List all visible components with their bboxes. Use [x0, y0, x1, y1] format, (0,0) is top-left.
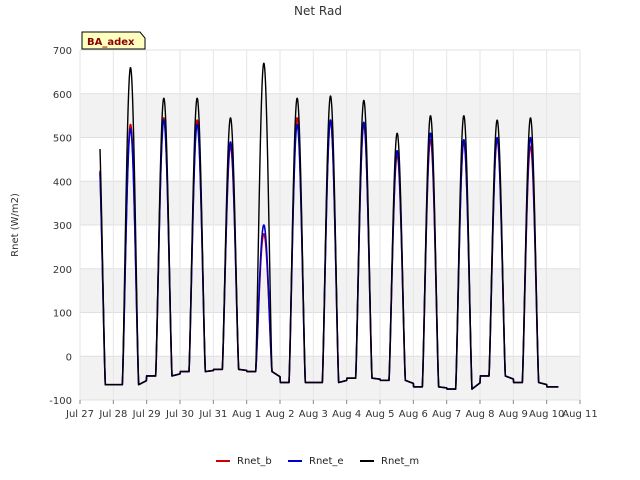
x-axis-ticks: Jul 27 Jul 28 Jul 29 Jul 30 Jul 31 Aug 1 Aug 2… — [65, 400, 598, 420]
x-tick-label: Aug 7 — [432, 409, 461, 420]
y-tick-label: 400 — [53, 177, 72, 188]
y-tick-label: 200 — [53, 265, 72, 276]
x-tick-label: Aug 2 — [265, 409, 294, 420]
grid-band — [80, 181, 580, 225]
site-badge: BA_adex — [81, 31, 146, 50]
x-tick-label: Aug 8 — [465, 409, 494, 420]
y-axis-label: Rnet (W/m2) — [10, 193, 21, 257]
x-tick-label: Aug 1 — [232, 409, 261, 420]
y-axis-ticks: -100 0 100 200 300 400 500 600 700 — [49, 46, 72, 407]
x-tick-label: Jul 28 — [98, 409, 127, 420]
y-tick-label: 500 — [53, 134, 72, 145]
x-tick-label: Jul 27 — [65, 409, 94, 420]
legend-label: Rnet_e — [309, 456, 344, 467]
y-tick-label: -100 — [49, 396, 72, 407]
grid-band — [80, 268, 580, 313]
legend: Rnet_b Rnet_e Rnet_m — [216, 456, 419, 467]
x-tick-label: Jul 30 — [165, 409, 194, 420]
net-rad-chart: -1000100200300400500600700 Jul 27 Jul 28 J… — [10, 4, 598, 467]
x-tick-label: Aug 9 — [499, 409, 528, 420]
y-tick-label: 600 — [53, 90, 72, 101]
site-badge-label: BA_adex — [87, 37, 135, 48]
x-tick-label: Aug 6 — [399, 409, 428, 420]
x-tick-label: Aug 3 — [299, 409, 328, 420]
legend-label: Rnet_m — [381, 456, 419, 467]
chart-title: Net Rad — [294, 4, 342, 18]
y-tick-label: 700 — [53, 46, 72, 57]
y-tick-label: 0 — [66, 352, 72, 363]
x-tick-label: Aug 11 — [562, 409, 597, 420]
x-tick-label: Jul 29 — [132, 409, 161, 420]
y-tick-label: 100 — [53, 309, 72, 320]
legend-label: Rnet_b — [237, 456, 272, 467]
x-tick-label: Aug 4 — [332, 409, 361, 420]
y-tick-label: 300 — [53, 221, 72, 232]
x-tick-label: Aug 10 — [529, 409, 564, 420]
x-tick-label: Jul 31 — [198, 409, 227, 420]
x-tick-label: Aug 5 — [365, 409, 394, 420]
